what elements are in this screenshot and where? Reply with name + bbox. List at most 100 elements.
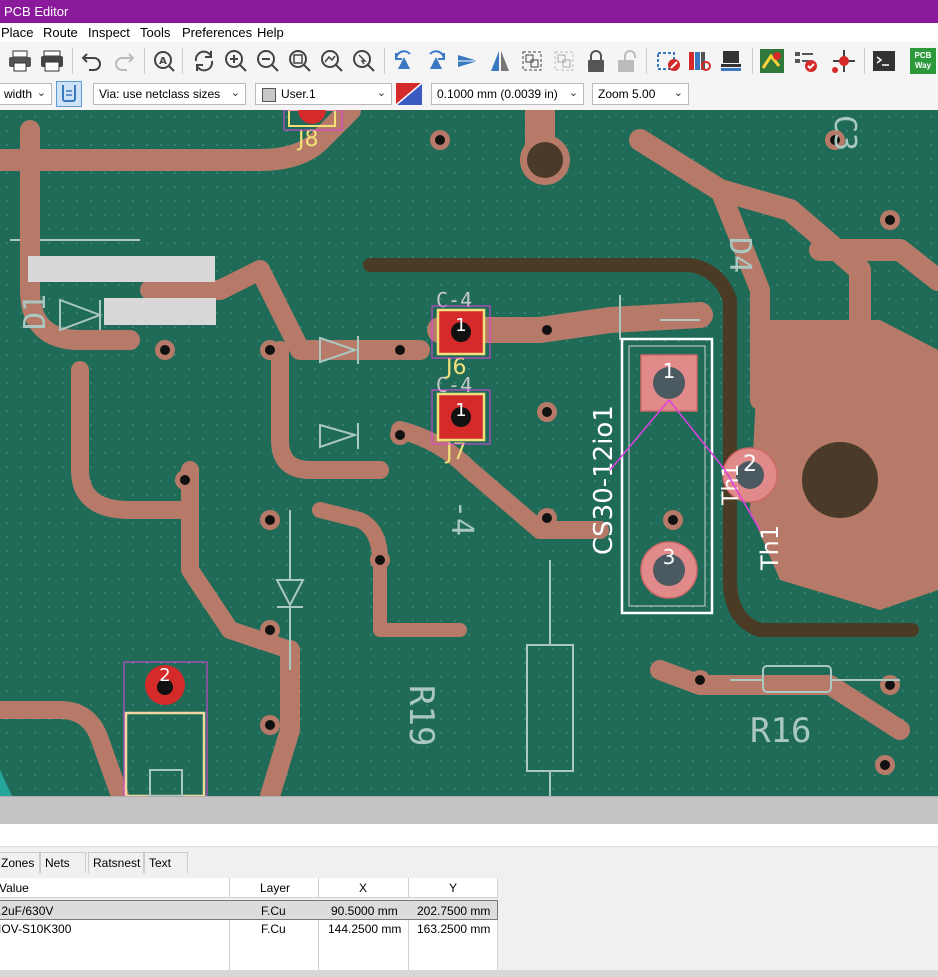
- table-row-2-y[interactable]: 163.2500 mm: [409, 920, 498, 970]
- table-row-1-y[interactable]: 202.7500 mm: [409, 900, 498, 920]
- menu-help[interactable]: Help: [257, 25, 284, 40]
- pcbway-label: PCB Way: [910, 48, 936, 74]
- route-icon[interactable]: [830, 47, 858, 75]
- silk-label-r16: R16: [750, 711, 811, 751]
- zoom-select[interactable]: Zoom 5.00 ⌄: [592, 83, 689, 105]
- rotate-ccw-icon[interactable]: [390, 47, 418, 75]
- column-header-x[interactable]: X: [319, 878, 409, 898]
- grid-select[interactable]: 0.1000 mm (0.0039 in) ⌄: [431, 83, 584, 105]
- column-header-layer[interactable]: Layer: [230, 878, 319, 898]
- via-size-select[interactable]: Via: use netclass sizes ⌄: [93, 83, 246, 105]
- chevron-down-icon: ⌄: [230, 87, 240, 99]
- footprint-j7[interactable]: 1: [431, 389, 491, 445]
- unlock-icon[interactable]: [612, 47, 640, 75]
- track-width-select[interactable]: width ⌄: [0, 83, 52, 105]
- pad-number: 1: [455, 315, 466, 336]
- track-width-value: width: [4, 87, 33, 101]
- table-row-1-x[interactable]: 90.5000 mm: [319, 900, 409, 920]
- undo-icon[interactable]: [78, 47, 106, 75]
- tab-zones[interactable]: Zones: [0, 852, 40, 873]
- menu-preferences[interactable]: Preferences: [182, 25, 252, 40]
- panel-tabs: Zones Nets Ratsnest Text: [0, 852, 938, 874]
- tab-label: Zones: [1, 856, 35, 870]
- silk-label-dash4: -4: [444, 500, 479, 536]
- svg-text:A: A: [159, 56, 167, 67]
- silk-label-d4: D4: [722, 237, 757, 273]
- scripting-console-icon[interactable]: [870, 47, 898, 75]
- refresh-icon[interactable]: [190, 47, 218, 75]
- mirror-h-icon[interactable]: [454, 47, 482, 75]
- plot-icon[interactable]: [38, 47, 66, 75]
- find-icon[interactable]: A: [150, 47, 178, 75]
- pad-number: 2: [743, 452, 757, 477]
- menu-bar: Place Route Inspect Tools Preferences He…: [0, 23, 938, 42]
- pad-number: 2: [159, 665, 170, 686]
- pad-number: 1: [455, 400, 466, 421]
- table-row-2-x[interactable]: 144.2500 mm: [319, 920, 409, 970]
- footprint-editor-icon[interactable]: [654, 47, 682, 75]
- menu-place[interactable]: Place: [1, 25, 34, 40]
- board-setup-icon[interactable]: [718, 47, 746, 75]
- group-icon[interactable]: [518, 47, 546, 75]
- rotate-cw-icon[interactable]: [422, 47, 450, 75]
- redo-icon[interactable]: [110, 47, 138, 75]
- zoom-out-icon[interactable]: [254, 47, 282, 75]
- silk-label-c3: C3: [827, 115, 862, 151]
- window-title: PCB Editor: [4, 4, 69, 19]
- panel-splitter[interactable]: [0, 796, 938, 825]
- zoom-selection-icon[interactable]: [350, 47, 378, 75]
- mounting-hole: [802, 442, 878, 518]
- panel-header-strip: [0, 824, 938, 847]
- zoom-value: Zoom 5.00: [598, 87, 656, 101]
- track-width-icon: [62, 85, 76, 102]
- tab-label: Ratsnest: [93, 856, 141, 870]
- table-row-1-value[interactable]: .2uF/630V: [0, 900, 230, 920]
- menu-inspect[interactable]: Inspect: [88, 25, 130, 40]
- silk-block: [104, 298, 216, 325]
- silk-block: [28, 256, 215, 282]
- silk-label-d1: D1: [18, 294, 53, 330]
- column-header-y[interactable]: Y: [409, 878, 498, 898]
- pad-number: 1: [663, 359, 676, 383]
- ref-label-j8: J8: [296, 127, 319, 152]
- footprint-j6[interactable]: 1: [431, 305, 491, 359]
- properties-grid: Value Layer X Y .2uF/630V F.Cu 90.5000 m…: [0, 874, 938, 972]
- ref-label-cs30: CS30-12io1: [589, 405, 619, 555]
- options-toolbar: width ⌄ Via: use netclass sizes ⌄ User.1…: [0, 80, 938, 111]
- layer-select[interactable]: User.1 ⌄: [255, 83, 392, 105]
- ref-label-j6: J6: [444, 355, 467, 380]
- table-row-1-layer[interactable]: F.Cu: [230, 900, 319, 920]
- chevron-down-icon: ⌄: [568, 87, 578, 99]
- tab-ratsnest[interactable]: Ratsnest: [88, 852, 144, 873]
- menu-tools[interactable]: Tools: [140, 25, 170, 40]
- ungroup-icon[interactable]: [550, 47, 578, 75]
- print-icon[interactable]: [6, 47, 34, 75]
- ref-label-th1-a: Th1: [719, 464, 744, 506]
- auto-track-width-toggle[interactable]: [56, 81, 82, 107]
- tab-text[interactable]: Text: [144, 852, 188, 873]
- zoom-objects-icon[interactable]: [318, 47, 346, 75]
- grid-value: 0.1000 mm (0.0039 in): [437, 87, 558, 101]
- mirror-v-icon[interactable]: [486, 47, 514, 75]
- zoom-fit-icon[interactable]: [286, 47, 314, 75]
- layer-color-swatch: [262, 88, 276, 102]
- chevron-down-icon: ⌄: [36, 87, 46, 99]
- drc-icon[interactable]: [792, 47, 820, 75]
- layer-pair-icon[interactable]: [395, 82, 423, 106]
- chevron-down-icon: ⌄: [376, 87, 386, 99]
- lock-icon[interactable]: [582, 47, 610, 75]
- column-header-value[interactable]: Value: [0, 878, 230, 898]
- status-bar: [0, 970, 938, 977]
- layer-value: User.1: [281, 87, 316, 101]
- table-row-2-layer[interactable]: F.Cu: [230, 920, 319, 970]
- tab-nets[interactable]: Nets: [40, 852, 86, 873]
- pcbway-icon[interactable]: PCB Way: [908, 47, 938, 75]
- via-size-value: Via: use netclass sizes: [99, 87, 221, 101]
- zoom-in-icon[interactable]: [222, 47, 250, 75]
- menu-route[interactable]: Route: [43, 25, 78, 40]
- footprint-browser-icon[interactable]: [686, 47, 714, 75]
- table-row-2-value[interactable]: IOV-S10K300: [0, 920, 230, 970]
- tab-label: Nets: [45, 856, 70, 870]
- pcb-canvas[interactable]: C3 D4 D1 C-4 C-4 -4 R19 R16 J8 J6 J7 1 1…: [0, 110, 938, 796]
- netlist-update-icon[interactable]: [758, 47, 786, 75]
